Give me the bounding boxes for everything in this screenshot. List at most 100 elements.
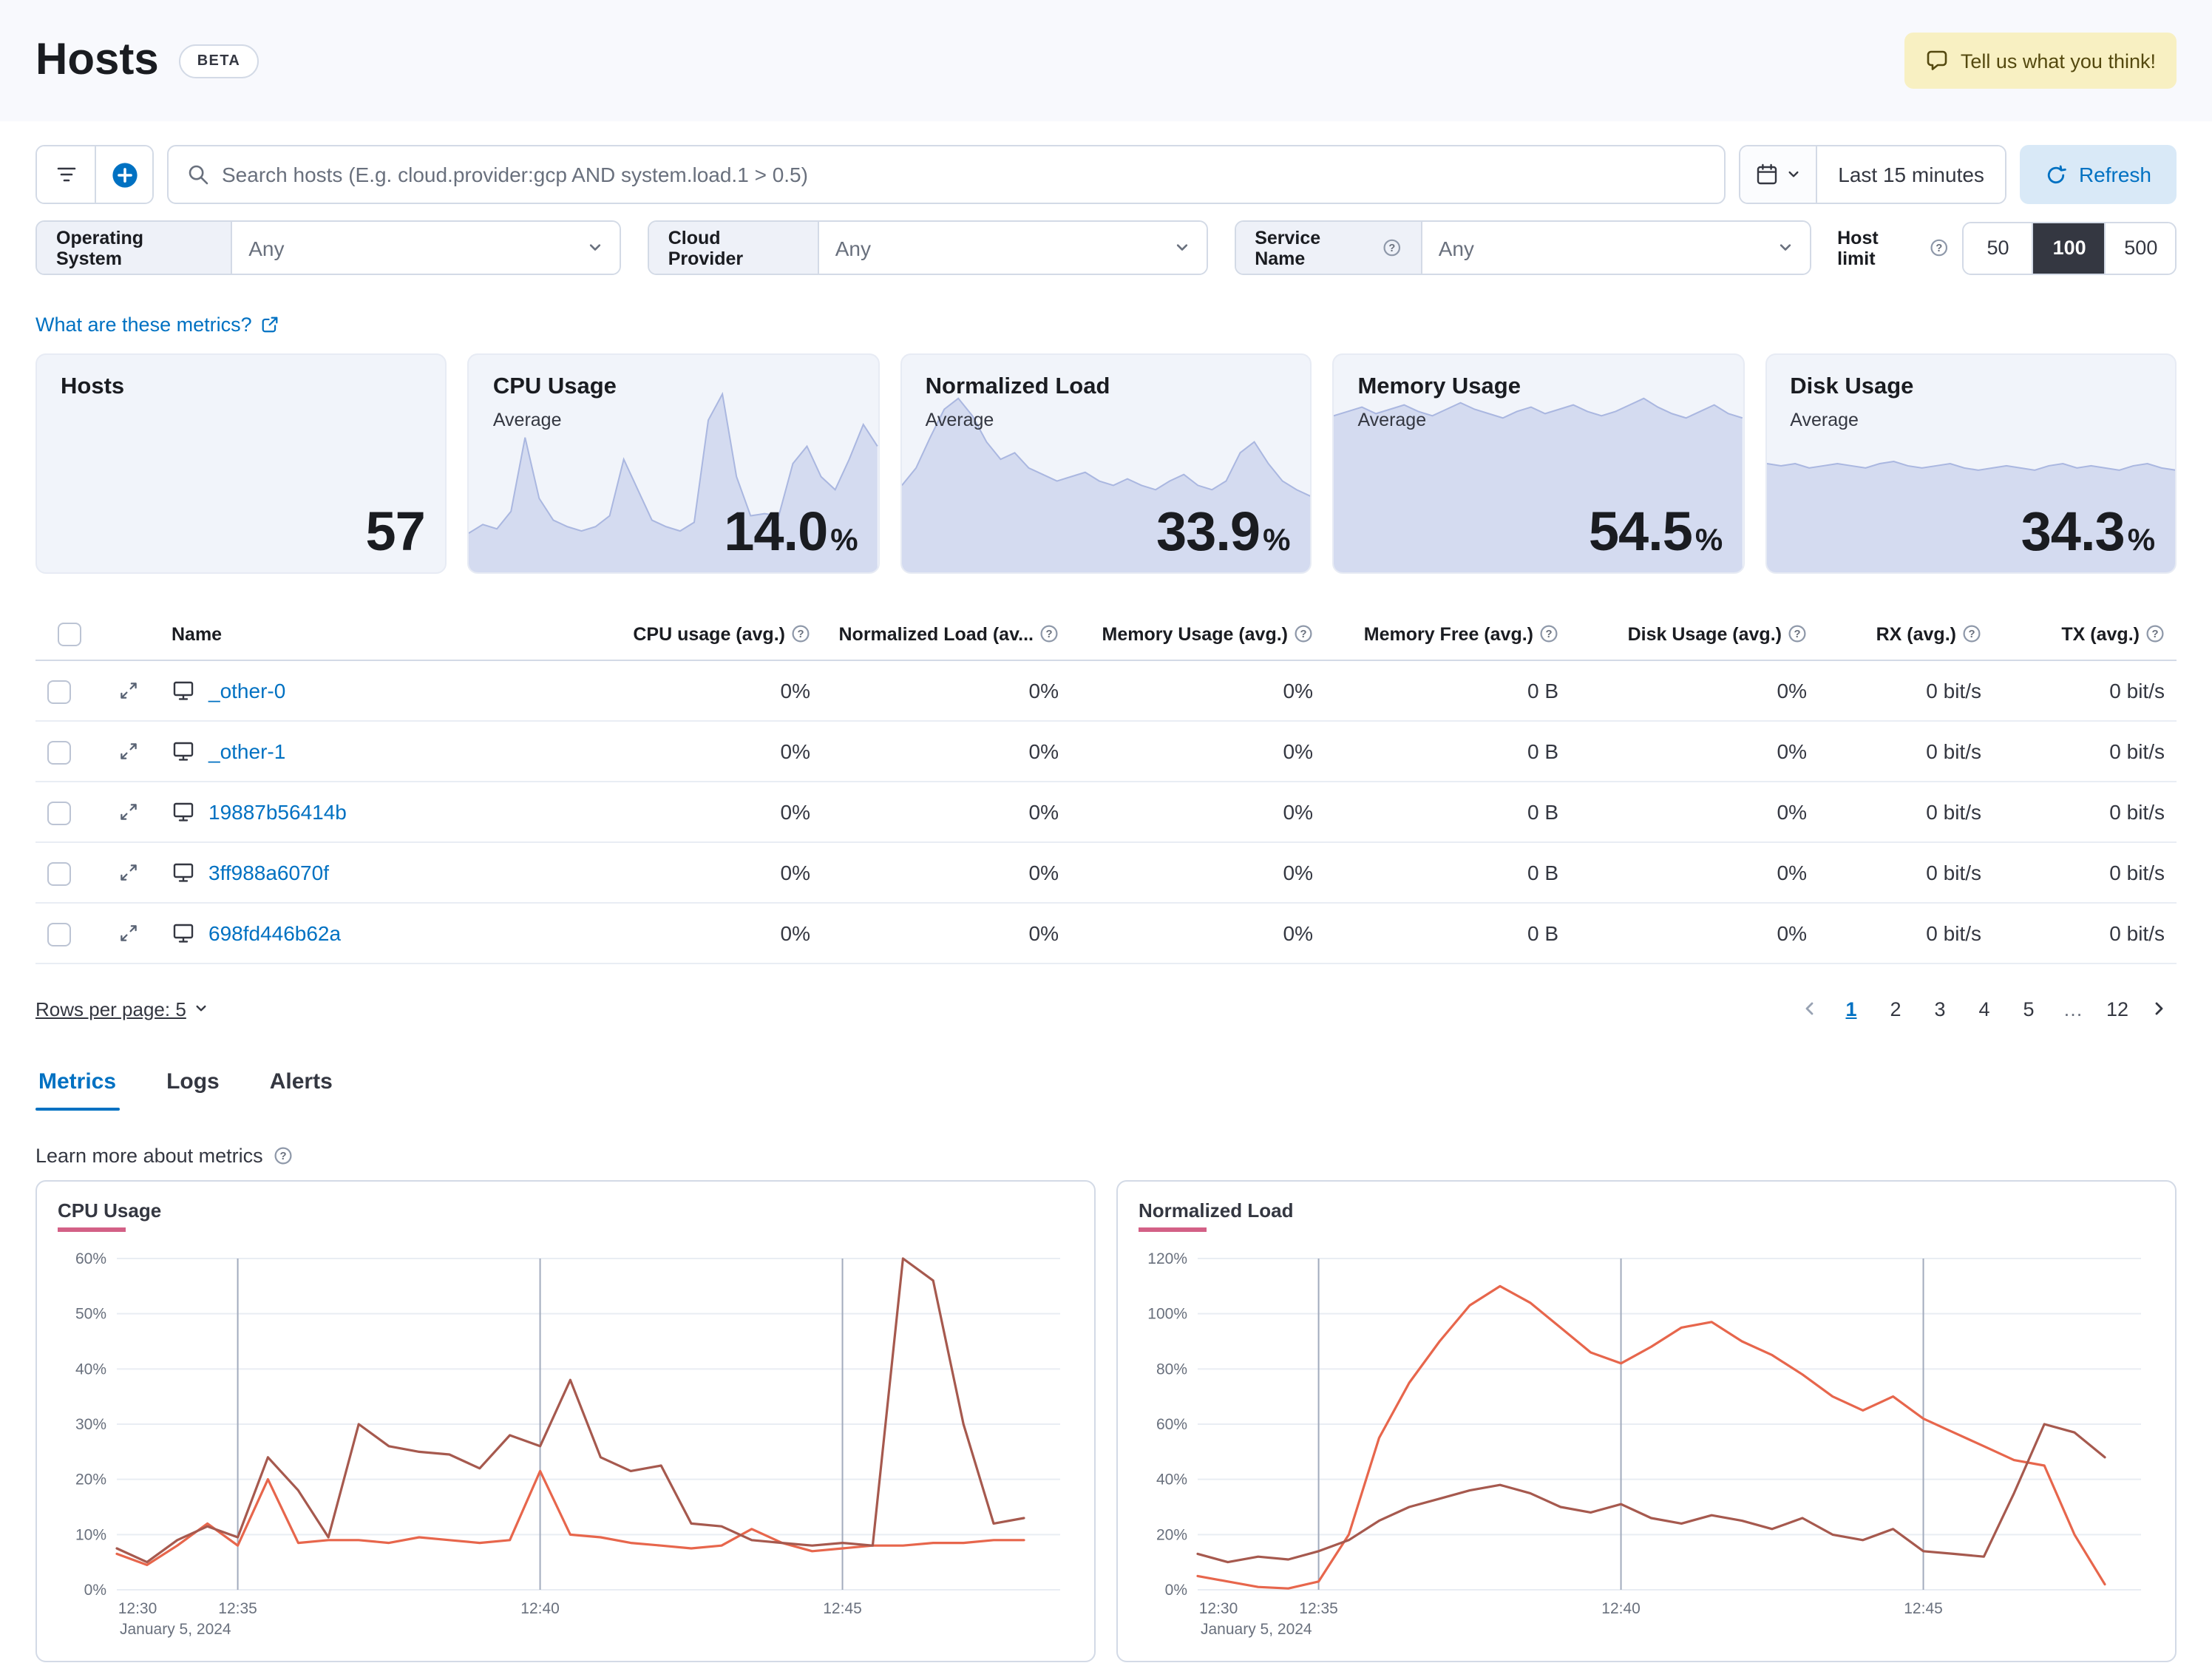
- kpi-value: 57: [366, 501, 425, 563]
- pagination: Rows per page: 5 12345…12: [35, 983, 2177, 1034]
- metric-value: 0%: [1570, 782, 1819, 842]
- expand-row-button[interactable]: [115, 799, 142, 825]
- cloud-provider-select[interactable]: Any: [819, 222, 1206, 274]
- kpi-card-cpu-usage[interactable]: CPU UsageAverage14.0%: [468, 353, 880, 574]
- expand-row-button[interactable]: [115, 920, 142, 946]
- chevron-down-icon: [1786, 167, 1801, 182]
- page-button-4[interactable]: 4: [1964, 988, 2005, 1029]
- row-checkbox[interactable]: [47, 922, 71, 946]
- column-header-disk-usage-avg[interactable]: Disk Usage (avg.)?: [1570, 614, 1819, 660]
- column-help-icon[interactable]: ?: [1539, 624, 1558, 643]
- metric-value: 0%: [1071, 903, 1325, 963]
- filter-button[interactable]: [37, 146, 95, 203]
- expand-row-button[interactable]: [115, 738, 142, 765]
- rows-per-page-button[interactable]: Rows per page: 5: [35, 998, 208, 1020]
- refresh-button[interactable]: Refresh: [2020, 145, 2177, 204]
- host-name-link[interactable]: _other-0: [208, 679, 285, 702]
- host-icon: [172, 679, 195, 702]
- tab-logs[interactable]: Logs: [163, 1051, 223, 1111]
- column-header-normalized-load-av[interactable]: Normalized Load (av...?: [822, 614, 1071, 660]
- page-button-5[interactable]: 5: [2008, 988, 2049, 1029]
- page-button-1[interactable]: 1: [1831, 988, 1872, 1029]
- host-name-link[interactable]: _other-1: [208, 739, 285, 763]
- column-header-cpu-usage-avg[interactable]: CPU usage (avg.)?: [597, 614, 822, 660]
- host-icon: [172, 921, 195, 945]
- beta-badge: BETA: [180, 44, 259, 78]
- host-name-link[interactable]: 19887b56414b: [208, 800, 347, 824]
- chevron-right-icon: [2150, 1000, 2168, 1017]
- host-row-3ff988a6070f: 3ff988a6070f0%0%0%0 B0%0 bit/s0 bit/s: [35, 842, 2177, 903]
- host-name-link[interactable]: 3ff988a6070f: [208, 861, 329, 884]
- kpi-subtitle: Average: [493, 410, 562, 430]
- metric-value: 0%: [1570, 842, 1819, 903]
- metric-value: 0 bit/s: [1993, 782, 2177, 842]
- metric-value: 0%: [1071, 660, 1325, 721]
- page-button-2[interactable]: 2: [1875, 988, 1916, 1029]
- expand-icon: [118, 802, 139, 822]
- what-are-these-metrics-link[interactable]: What are these metrics?: [35, 314, 280, 336]
- operating-system-select[interactable]: Any: [232, 222, 619, 274]
- metric-value: 0%: [1570, 660, 1819, 721]
- svg-text:January 5, 2024: January 5, 2024: [1201, 1620, 1312, 1637]
- chevron-left-icon: [1801, 1000, 1819, 1017]
- normalized-load-chart[interactable]: 0%20%40%60%80%100%120%12:3012:3512:4012:…: [1139, 1243, 2156, 1654]
- next-page-button[interactable]: [2141, 994, 2177, 1023]
- tab-metrics[interactable]: Metrics: [35, 1051, 119, 1111]
- feedback-button[interactable]: Tell us what you think!: [1904, 33, 2177, 89]
- kpi-card-disk-usage[interactable]: Disk UsageAverage34.3%: [1765, 353, 2177, 574]
- calendar-icon: [1755, 163, 1779, 186]
- expand-row-button[interactable]: [115, 677, 142, 704]
- charts-row: CPU Usage 0%10%20%30%40%50%60%12:3012:35…: [35, 1180, 2177, 1662]
- column-help-icon[interactable]: ?: [791, 624, 810, 643]
- metric-value: 0%: [822, 721, 1071, 782]
- host-row-19887b56414b: 19887b56414b0%0%0%0 B0%0 bit/s0 bit/s: [35, 782, 2177, 842]
- column-help-icon[interactable]: ?: [1788, 624, 1807, 643]
- svg-text:40%: 40%: [1156, 1471, 1187, 1488]
- column-help-icon[interactable]: ?: [1962, 624, 1981, 643]
- host-limit-option-500[interactable]: 500: [2103, 223, 2175, 273]
- svg-text:30%: 30%: [75, 1415, 106, 1432]
- column-header-name[interactable]: Name: [160, 614, 597, 660]
- column-help-icon[interactable]: ?: [1039, 624, 1059, 643]
- page-button-12[interactable]: 12: [2097, 988, 2138, 1029]
- host-limit-option-50[interactable]: 50: [1964, 223, 2032, 273]
- row-checkbox[interactable]: [47, 680, 71, 703]
- column-header-tx-avg[interactable]: TX (avg.)?: [1993, 614, 2177, 660]
- host-limit-option-100[interactable]: 100: [2032, 223, 2104, 273]
- tab-alerts[interactable]: Alerts: [267, 1051, 336, 1111]
- add-filter-button[interactable]: [95, 146, 152, 203]
- column-help-icon[interactable]: ?: [1294, 624, 1313, 643]
- column-header-rx-avg[interactable]: RX (avg.)?: [1819, 614, 1993, 660]
- column-help-icon[interactable]: ?: [2145, 624, 2165, 643]
- row-checkbox[interactable]: [47, 740, 71, 764]
- kpi-card-memory-usage[interactable]: Memory UsageAverage54.5%: [1332, 353, 1744, 574]
- service-name-select[interactable]: Any: [1422, 222, 1809, 274]
- select-all-checkbox[interactable]: [58, 623, 81, 646]
- expand-row-button[interactable]: [115, 859, 142, 886]
- row-checkbox[interactable]: [47, 861, 71, 885]
- svg-text:?: ?: [1935, 243, 1941, 254]
- kpi-card-hosts[interactable]: Hosts57: [35, 353, 447, 574]
- column-header-memory-free-avg[interactable]: Memory Free (avg.)?: [1325, 614, 1570, 660]
- metric-value: 0%: [822, 660, 1071, 721]
- page-button-3[interactable]: 3: [1919, 988, 1961, 1029]
- search-input[interactable]: [222, 163, 1706, 186]
- time-range-button[interactable]: Last 15 minutes: [1817, 146, 2005, 203]
- row-checkbox[interactable]: [47, 801, 71, 824]
- date-picker-calendar-button[interactable]: [1740, 146, 1817, 203]
- svg-text:12:30: 12:30: [118, 1599, 157, 1616]
- feedback-button-label: Tell us what you think!: [1961, 50, 2156, 72]
- query-menu-group: [35, 145, 154, 204]
- host-name-link[interactable]: 698fd446b62a: [208, 921, 341, 945]
- column-header-memory-usage-avg[interactable]: Memory Usage (avg.)?: [1071, 614, 1325, 660]
- operating-system-filter: Operating System Any: [35, 220, 621, 275]
- expand-column-header: [104, 614, 160, 660]
- previous-page-button[interactable]: [1792, 994, 1828, 1023]
- svg-text:60%: 60%: [75, 1250, 106, 1267]
- kpi-card-normalized-load[interactable]: Normalized LoadAverage33.9%: [900, 353, 1312, 574]
- refresh-icon: [2045, 163, 2067, 186]
- expand-icon: [118, 923, 139, 944]
- help-icon[interactable]: ?: [274, 1146, 293, 1165]
- cpu-usage-chart[interactable]: 0%10%20%30%40%50%60%12:3012:3512:4012:45…: [58, 1243, 1075, 1654]
- metric-value: 0%: [1570, 721, 1819, 782]
